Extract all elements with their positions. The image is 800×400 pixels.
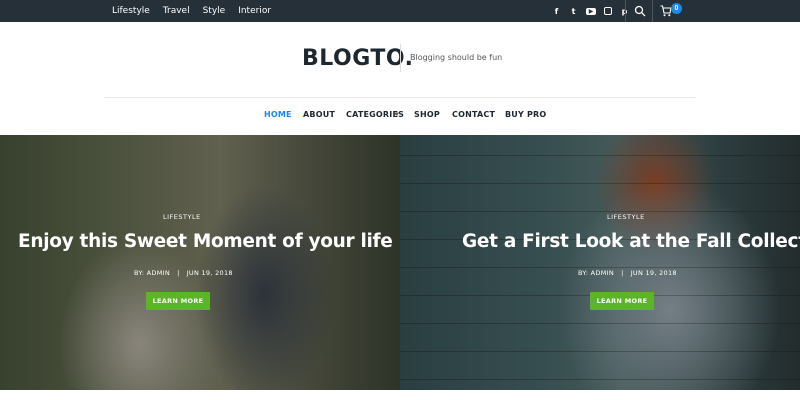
cart-count-badge: 0: [671, 3, 682, 14]
search-icon[interactable]: [634, 5, 646, 17]
top-nav-lifestyle[interactable]: Lifestyle: [112, 6, 150, 16]
top-bar: Lifestyle Travel Style Interior f t ▶ p …: [0, 0, 800, 22]
nav-contact[interactable]: CONTACT: [452, 110, 495, 119]
top-nav-travel[interactable]: Travel: [163, 6, 190, 16]
facebook-icon[interactable]: f: [552, 7, 561, 16]
logo-divider: [400, 44, 401, 72]
slide-title[interactable]: Get a First Look at the Fall Collection: [462, 231, 800, 252]
top-nav-style[interactable]: Style: [203, 6, 226, 16]
social-links: f t ▶ p: [552, 0, 629, 22]
hero-slide-1[interactable]: LIFESTYLE Enjoy this Sweet Moment of you…: [0, 135, 400, 390]
nav-about[interactable]: ABOUT: [303, 110, 335, 119]
header-divider: [105, 97, 695, 98]
site-logo[interactable]: BLOGTO.: [302, 46, 413, 71]
slide-meta: BY: ADMIN | JUN 19, 2018: [578, 269, 677, 277]
nav-buy-pro[interactable]: BUY PRO: [505, 110, 546, 119]
top-bar-divider: [625, 0, 626, 22]
hero-slide-2[interactable]: LIFESTYLE Get a First Look at the Fall C…: [400, 135, 800, 390]
youtube-icon[interactable]: ▶: [586, 7, 596, 15]
slide-category[interactable]: LIFESTYLE: [607, 213, 645, 221]
twitter-icon[interactable]: t: [569, 7, 578, 16]
slide-overlay: [0, 135, 400, 390]
chevron-down-icon: ▼: [394, 112, 400, 118]
main-nav: HOME ABOUT CATEGORIES SHOP CONTACT BUY P…: [0, 110, 800, 124]
learn-more-button[interactable]: LEARN MORE: [146, 292, 210, 310]
nav-shop[interactable]: SHOP: [414, 110, 440, 119]
slide-category[interactable]: LIFESTYLE: [163, 213, 201, 221]
slide-meta: BY: ADMIN | JUN 19, 2018: [134, 269, 233, 277]
top-bar-divider: [652, 0, 653, 22]
instagram-icon[interactable]: [604, 7, 612, 15]
slide-overlay: [400, 135, 800, 390]
slide-title[interactable]: Enjoy this Sweet Moment of your life: [18, 231, 393, 252]
learn-more-button[interactable]: LEARN MORE: [590, 292, 654, 310]
top-nav: Lifestyle Travel Style Interior: [112, 0, 271, 22]
nav-home[interactable]: HOME: [264, 110, 292, 119]
top-nav-interior[interactable]: Interior: [238, 6, 271, 16]
site-tagline: Blogging should be fun: [410, 53, 503, 62]
